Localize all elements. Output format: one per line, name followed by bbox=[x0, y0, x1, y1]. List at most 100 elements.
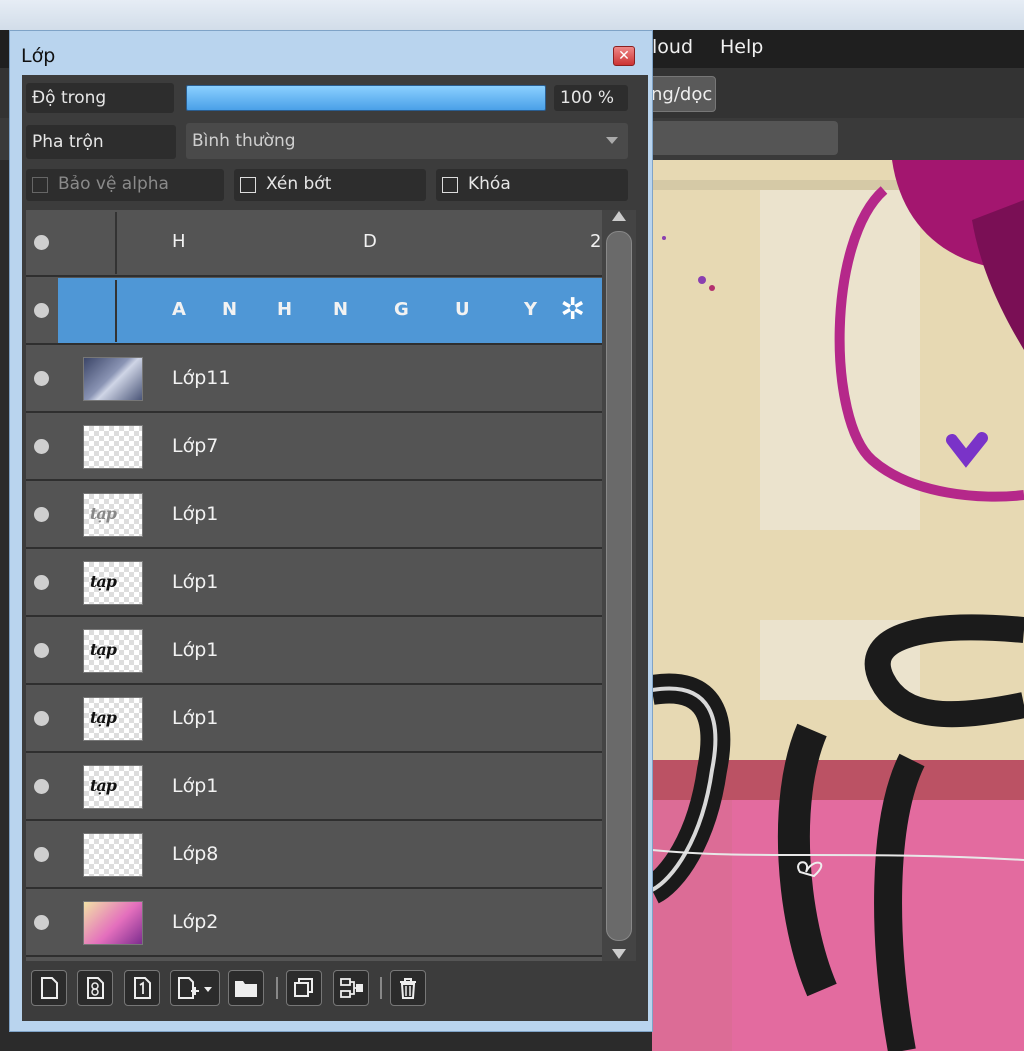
canvas-artwork bbox=[652, 160, 1024, 1051]
layer-thumbnail: tạp bbox=[83, 765, 143, 809]
layer-thumbnail bbox=[83, 901, 143, 945]
layer-text-letter: U bbox=[455, 299, 470, 320]
layer-text-letter: G bbox=[394, 299, 409, 320]
layer-toolbar bbox=[26, 965, 634, 1015]
visibility-icon[interactable] bbox=[34, 575, 49, 590]
layer-name: Lớp11 bbox=[172, 367, 231, 389]
folder-icon bbox=[235, 981, 257, 997]
visibility-icon[interactable] bbox=[34, 711, 49, 726]
close-icon[interactable]: ✕ bbox=[613, 46, 635, 66]
layer-row[interactable]: tạp Lớp1 bbox=[26, 686, 602, 753]
new-vector-layer-button[interactable] bbox=[77, 970, 113, 1006]
visibility-icon[interactable] bbox=[34, 779, 49, 794]
layer-row[interactable]: Lớp2 bbox=[26, 890, 602, 957]
blend-label: Pha trộn bbox=[26, 125, 176, 159]
visibility-icon[interactable] bbox=[34, 371, 49, 386]
layer-name: Lớp1 bbox=[172, 571, 219, 593]
layer-row[interactable]: Lớp11 bbox=[26, 346, 602, 413]
layer-text-letter: N bbox=[333, 299, 349, 320]
blend-mode-select[interactable]: Bình thường bbox=[186, 123, 628, 159]
menu-help[interactable]: Help bbox=[720, 36, 763, 58]
layer-text-letter: A bbox=[172, 299, 186, 320]
scroll-up-icon[interactable] bbox=[612, 211, 626, 221]
layer-list: H D 2 A N H N G U Y ✲ Lớp11 Lớp7 tạp Lớp… bbox=[26, 210, 602, 961]
checkbox-icon bbox=[32, 177, 48, 193]
layer-name: Lớp8 bbox=[172, 843, 219, 865]
layer-thumbnail: tạp bbox=[83, 629, 143, 673]
thumbnail-text: tạp bbox=[90, 504, 117, 523]
opacity-slider[interactable] bbox=[186, 85, 546, 111]
visibility-icon[interactable] bbox=[34, 507, 49, 522]
new-folder-button[interactable] bbox=[228, 970, 264, 1006]
layer-thumbnail bbox=[83, 833, 143, 877]
layer-thumbnail bbox=[83, 357, 143, 401]
visibility-icon[interactable] bbox=[34, 847, 49, 862]
layer-text-letter: H bbox=[172, 231, 186, 252]
layer-name: Lớp2 bbox=[172, 911, 219, 933]
layer-divider bbox=[115, 212, 117, 274]
new-layer-button[interactable] bbox=[31, 970, 67, 1006]
scroll-thumb[interactable] bbox=[606, 231, 632, 941]
layer-row[interactable]: tạp Lớp1 bbox=[26, 550, 602, 617]
layer-thumbnail bbox=[83, 425, 143, 469]
menu-cloud[interactable]: loud bbox=[652, 36, 693, 58]
scroll-down-icon[interactable] bbox=[612, 949, 626, 959]
layer-thumbnail: tạp bbox=[83, 561, 143, 605]
layer-thumbnail: tạp bbox=[83, 697, 143, 741]
merge-layer-icon bbox=[340, 978, 363, 998]
document-tab[interactable] bbox=[650, 121, 838, 155]
layer-row-text[interactable]: H D 2 bbox=[26, 210, 602, 277]
duplicate-layer-button[interactable] bbox=[286, 970, 322, 1006]
layer-row-gutter bbox=[26, 278, 58, 345]
visibility-icon[interactable] bbox=[34, 439, 49, 454]
layer-row-text-selected[interactable]: A N H N G U Y ✲ bbox=[58, 278, 602, 345]
chevron-down-icon bbox=[606, 137, 618, 144]
visibility-icon[interactable] bbox=[34, 915, 49, 930]
duplicate-layer-icon bbox=[294, 978, 313, 997]
layer-name: Lớp1 bbox=[172, 503, 219, 525]
layer-text-letter: D bbox=[363, 231, 377, 252]
layer-row[interactable]: Lớp7 bbox=[26, 414, 602, 481]
opacity-value[interactable]: 100 % bbox=[554, 85, 628, 111]
toolbar-separator bbox=[380, 977, 382, 999]
visibility-icon[interactable] bbox=[34, 235, 49, 250]
blend-mode-value: Bình thường bbox=[192, 131, 296, 151]
delete-layer-icon bbox=[400, 978, 416, 999]
layer-text-letter: N bbox=[222, 299, 238, 320]
layer-row[interactable]: tạp Lớp1 bbox=[26, 618, 602, 685]
layer-row[interactable]: Lớp8 bbox=[26, 822, 602, 889]
visibility-icon[interactable] bbox=[34, 643, 49, 658]
layer-name: Lớp1 bbox=[172, 639, 219, 661]
panel-title: Lớp bbox=[21, 45, 56, 67]
visibility-icon[interactable] bbox=[34, 303, 49, 318]
app-title-bar bbox=[0, 0, 1024, 30]
layer-thumbnail: tạp bbox=[83, 493, 143, 537]
layer-text-letter: H bbox=[277, 299, 293, 320]
new-text-layer-button[interactable] bbox=[124, 970, 160, 1006]
thumbnail-text: tạp bbox=[90, 776, 117, 795]
merge-layer-button[interactable] bbox=[333, 970, 369, 1006]
layer-divider bbox=[115, 280, 117, 342]
clipping-label: Xén bớt bbox=[266, 174, 332, 194]
drawing-canvas[interactable] bbox=[652, 160, 1024, 1051]
layer-text-letter: 2 bbox=[590, 231, 602, 252]
thumbnail-text: tạp bbox=[90, 572, 117, 591]
layer-row[interactable]: tạp Lớp1 bbox=[26, 754, 602, 821]
thumbnail-text: tạp bbox=[90, 640, 117, 659]
layer-text-letter: Y bbox=[524, 299, 538, 320]
layer-row[interactable]: tạp Lớp1 bbox=[26, 482, 602, 549]
gear-icon[interactable]: ✲ bbox=[560, 295, 590, 325]
layer-name: Lớp1 bbox=[172, 775, 219, 797]
checkbox-icon bbox=[240, 177, 256, 193]
thumbnail-text: tạp bbox=[90, 708, 117, 727]
new-vector-layer-icon bbox=[87, 977, 104, 999]
checkbox-icon bbox=[442, 177, 458, 193]
clipping-checkbox[interactable]: Xén bớt bbox=[234, 169, 426, 201]
add-layer-dropdown-button[interactable] bbox=[170, 970, 220, 1006]
lock-label: Khóa bbox=[468, 174, 511, 194]
lock-checkbox[interactable]: Khóa bbox=[436, 169, 628, 201]
delete-layer-button[interactable] bbox=[390, 970, 426, 1006]
protect-alpha-checkbox[interactable]: Bảo vệ alpha bbox=[26, 169, 224, 201]
new-text-layer-icon bbox=[134, 977, 151, 999]
new-layer-icon bbox=[41, 977, 58, 999]
